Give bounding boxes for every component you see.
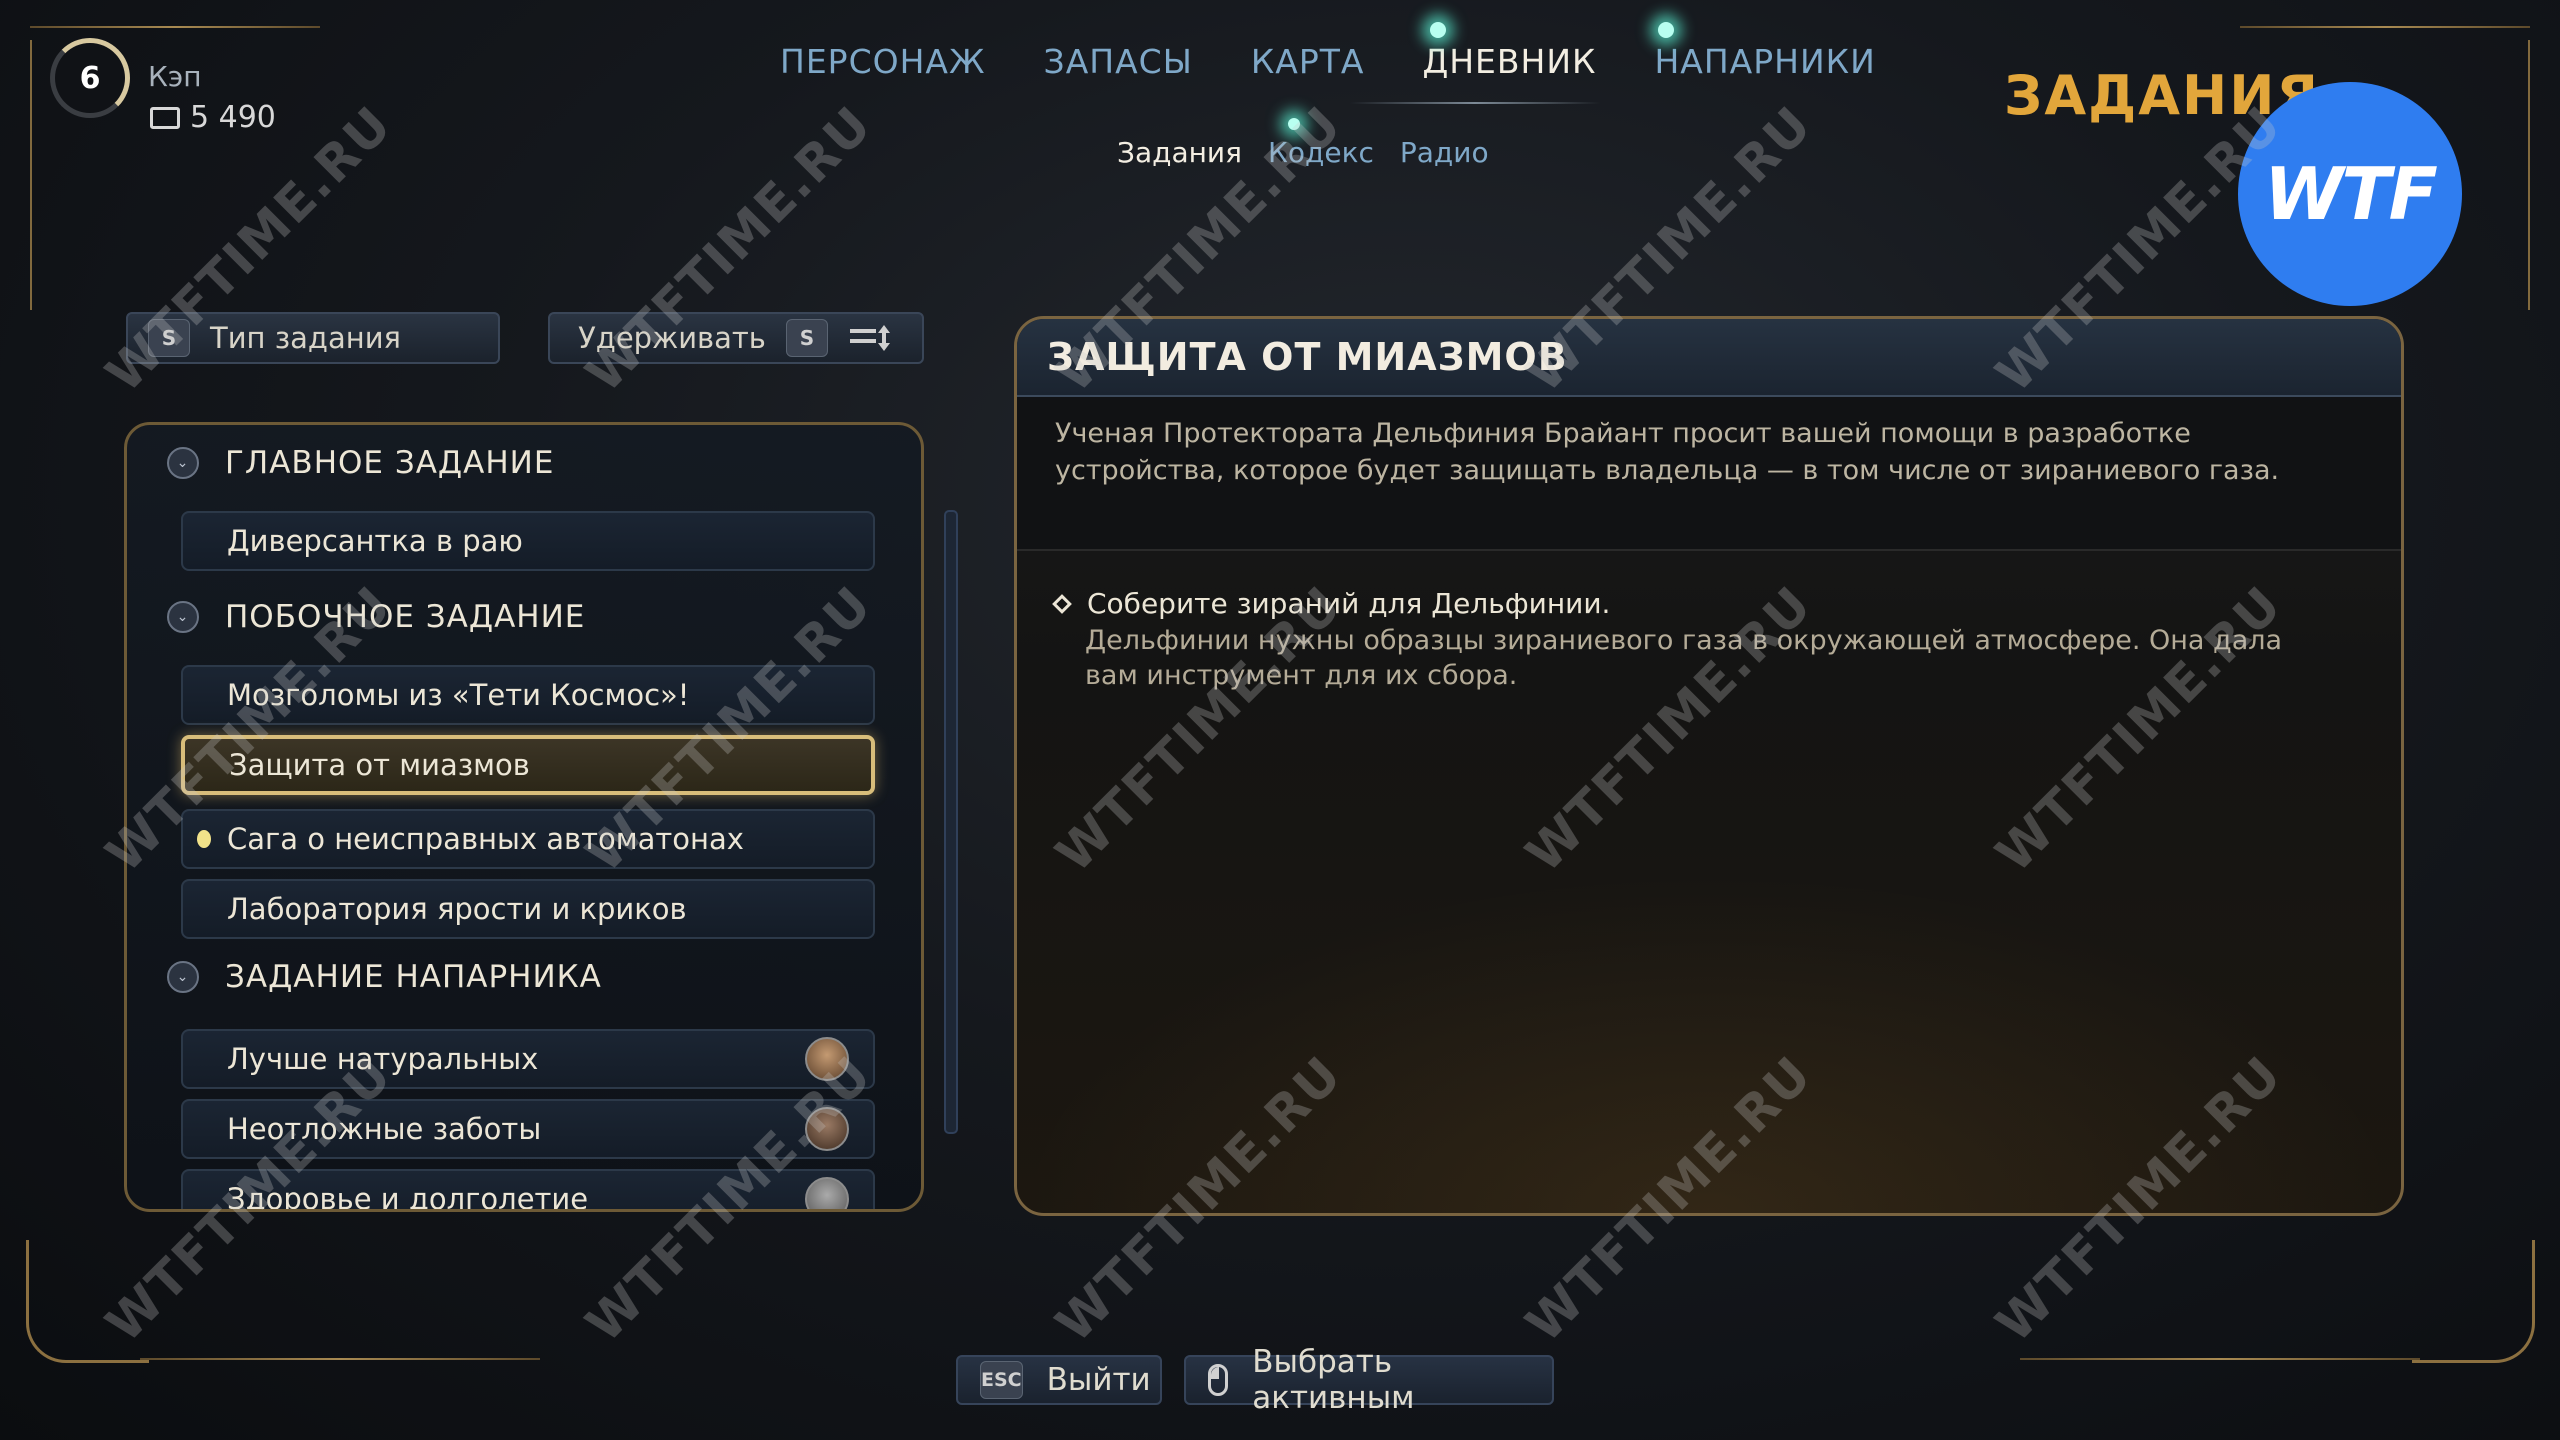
quest-label: Неотложные заботы xyxy=(227,1112,542,1146)
quest-label: Мозголомы из «Тети Космос»! xyxy=(227,678,690,712)
set-active-label: Выбрать активным xyxy=(1252,1344,1415,1416)
quest-list-scrollbar[interactable] xyxy=(944,510,958,1134)
quest-item[interactable]: Лаборатория ярости и криков xyxy=(181,879,875,939)
category-main-quest[interactable]: ⌄ ГЛАВНОЕ ЗАДАНИЕ xyxy=(167,445,554,481)
frame-bottom-left-line xyxy=(140,1358,540,1360)
hold-sort-button[interactable]: Удерживать S xyxy=(548,312,924,364)
category-companion-quest[interactable]: ⌄ ЗАДАНИЕ НАПАРНИКА xyxy=(167,959,602,995)
frame-bottom-right-line xyxy=(2020,1358,2420,1360)
player-name: Кэп xyxy=(148,60,202,93)
quest-detail-panel: ЗАЩИТА ОТ МИАЗМОВ Ученая Протектората Де… xyxy=(1014,316,2404,1216)
quest-label: Лучше натуральных xyxy=(227,1042,539,1076)
quest-list-panel: ⌄ ГЛАВНОЕ ЗАДАНИЕ Диверсантка в раю ⌄ ПО… xyxy=(124,422,924,1212)
quest-objective: Соберите зираний для Дельфинии. xyxy=(1052,587,1611,620)
hold-label: Удерживать xyxy=(578,321,766,355)
quest-item[interactable]: Мозголомы из «Тети Космос»! xyxy=(181,665,875,725)
chevron-down-icon: ⌄ xyxy=(167,961,199,993)
set-active-button[interactable]: Выбрать активным xyxy=(1184,1344,1554,1416)
companion-avatar xyxy=(805,1037,849,1081)
codex-notification-icon xyxy=(1288,118,1300,130)
credits-value: 5 490 xyxy=(190,100,276,135)
tab-journal[interactable]: ДНЕВНИК xyxy=(1422,42,1596,81)
quest-label: Диверсантка в раю xyxy=(227,524,523,558)
frame-left-line xyxy=(30,40,32,310)
subtab-radio[interactable]: Радио xyxy=(1400,136,1489,169)
quest-detail-description: Ученая Протектората Дельфиния Брайант пр… xyxy=(1017,397,2401,551)
new-quest-dot-icon xyxy=(197,830,211,848)
journal-notification-icon xyxy=(1430,22,1446,38)
quest-item[interactable]: Сага о неисправных автоматонах xyxy=(181,809,875,869)
tab-inventory[interactable]: ЗАПАСЫ xyxy=(1044,42,1193,81)
objective-description: Дельфинии нужны образцы зираниевого газа… xyxy=(1085,625,2283,691)
frame-top-left-line xyxy=(30,26,320,28)
credits-icon xyxy=(150,106,180,129)
quest-label: Защита от миазмов xyxy=(229,748,530,782)
key-s-icon: S xyxy=(148,319,190,357)
quest-item[interactable]: Лучше натуральных xyxy=(181,1029,875,1089)
sort-icon xyxy=(849,325,890,351)
key-s-icon: S xyxy=(785,319,828,357)
tab-character[interactable]: ПЕРСОНАЖ xyxy=(780,42,986,81)
chevron-down-icon: ⌄ xyxy=(167,447,199,479)
panel-decoration xyxy=(1017,873,2401,1213)
sub-nav: Задания Кодекс Радио xyxy=(1117,136,1489,169)
quest-item-selected[interactable]: Защита от миазмов xyxy=(181,735,875,795)
tab-map[interactable]: КАРТА xyxy=(1251,42,1365,81)
category-label: ГЛАВНОЕ ЗАДАНИЕ xyxy=(225,445,555,481)
quest-label: Сага о неисправных автоматонах xyxy=(227,822,744,856)
frame-bottom-right-corner xyxy=(2412,1240,2535,1363)
tab-companions[interactable]: НАПАРНИКИ xyxy=(1654,42,1875,81)
quest-item[interactable]: Неотложные заботы xyxy=(181,1099,875,1159)
mouse-left-click-icon xyxy=(1208,1364,1229,1396)
companion-avatar xyxy=(805,1177,849,1209)
category-label: ЗАДАНИЕ НАПАРНИКА xyxy=(225,959,602,995)
esc-key-icon: ESC xyxy=(980,1361,1023,1399)
player-level-badge: 6 xyxy=(50,38,130,118)
quest-type-filter-button[interactable]: S Тип задания xyxy=(126,312,500,364)
exit-label: Выйти xyxy=(1046,1362,1151,1398)
category-label: ПОБОЧНОЕ ЗАДАНИЕ xyxy=(225,599,586,635)
quest-item[interactable]: Здоровье и долголетие xyxy=(181,1169,875,1212)
subtab-quests[interactable]: Задания xyxy=(1117,136,1242,169)
companions-notification-icon xyxy=(1658,22,1674,38)
exit-button[interactable]: ESC Выйти xyxy=(956,1355,1162,1405)
frame-bottom-left-corner xyxy=(26,1240,149,1363)
nav-underline xyxy=(1350,102,1600,104)
quest-item[interactable]: Диверсантка в раю xyxy=(181,511,875,571)
quest-detail-title: ЗАЩИТА ОТ МИАЗМОВ xyxy=(1017,319,2401,397)
subtab-codex[interactable]: Кодекс xyxy=(1268,136,1374,169)
quest-label: Лаборатория ярости и криков xyxy=(227,892,687,926)
category-side-quest[interactable]: ⌄ ПОБОЧНОЕ ЗАДАНИЕ xyxy=(167,599,585,635)
wtf-logo: WTF xyxy=(2238,82,2462,306)
quest-label: Здоровье и долголетие xyxy=(227,1182,589,1212)
objective-diamond-icon xyxy=(1052,593,1072,614)
objective-label: Соберите зираний для Дельфинии. xyxy=(1087,587,1611,620)
frame-right-line xyxy=(2528,40,2530,310)
companion-avatar xyxy=(805,1107,849,1151)
frame-top-right-line xyxy=(2240,26,2530,28)
main-nav: ПЕРСОНАЖ ЗАПАСЫ КАРТА ДНЕВНИК НАПАРНИКИ xyxy=(780,42,1876,81)
chevron-down-icon: ⌄ xyxy=(167,601,199,633)
player-credits: 5 490 xyxy=(150,100,276,135)
quest-type-label: Тип задания xyxy=(210,321,402,355)
